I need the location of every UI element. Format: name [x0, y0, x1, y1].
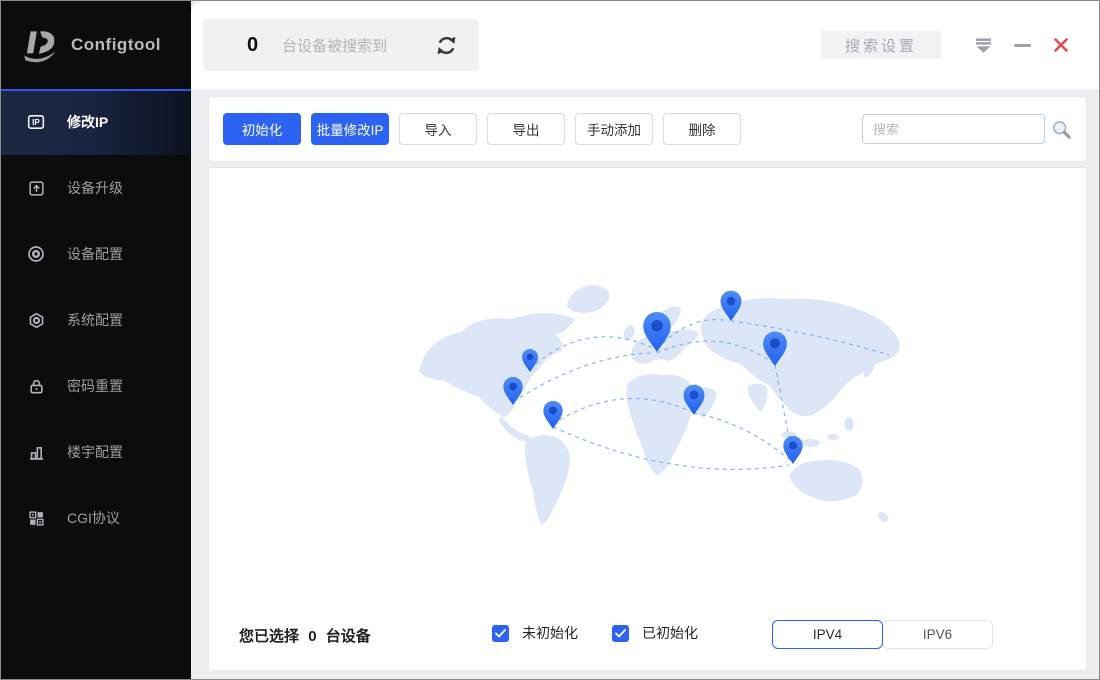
batch-modify-ip-button[interactable]: 批量修改IP — [311, 113, 389, 145]
close-icon[interactable] — [1053, 37, 1069, 53]
sidebar-nav: IP 修改IP 设备升级 设备配置 系统配置 密码重置 楼宇配置 CGI协议 — [1, 89, 191, 551]
device-count: 0 — [247, 33, 259, 56]
sidebar: Configtool IP 修改IP 设备升级 设备配置 系统配置 密码重置 楼… — [1, 1, 191, 679]
sidebar-item-password-reset[interactable]: 密码重置 — [1, 353, 191, 419]
export-button[interactable]: 导出 — [487, 113, 565, 145]
svg-text:IP: IP — [32, 118, 40, 127]
selected-summary: 您已选择 0 台设备 — [239, 625, 371, 646]
map-panel: 您已选择 0 台设备 未初始化 已初始化 IPV4 IPV6 — [208, 167, 1087, 671]
sidebar-item-modify-ip[interactable]: IP 修改IP — [1, 89, 191, 155]
gear-hex-icon — [27, 311, 45, 329]
upload-box-icon — [27, 179, 45, 197]
sidebar-item-label: 设备配置 — [67, 246, 123, 262]
refresh-icon[interactable] — [434, 33, 459, 58]
device-count-box: 0 台设备被搜索到 — [203, 19, 479, 71]
building-icon — [27, 443, 45, 461]
initialize-button[interactable]: 初始化 — [223, 113, 301, 145]
map-pin — [543, 400, 563, 429]
import-button[interactable]: 导入 — [399, 113, 477, 145]
sidebar-item-label: 密码重置 — [67, 378, 123, 394]
sidebar-item-label: 修改IP — [67, 114, 109, 130]
checkbox-initialized[interactable]: 已初始化 — [612, 623, 698, 643]
grid-icon — [27, 509, 45, 527]
selected-suffix: 台设备 — [325, 628, 371, 645]
checkbox-checked-icon — [492, 624, 509, 642]
checkbox-label: 未初始化 — [522, 625, 578, 641]
tab-ipv4[interactable]: IPV4 — [772, 620, 883, 649]
configtool-window: Configtool IP 修改IP 设备升级 设备配置 系统配置 密码重置 楼… — [0, 0, 1100, 680]
sidebar-item-device-upgrade[interactable]: 设备升级 — [1, 155, 191, 221]
checkbox-label: 已初始化 — [642, 625, 698, 641]
world-map — [419, 285, 900, 525]
app-title: Configtool — [71, 35, 161, 54]
sidebar-item-label: 楼宇配置 — [67, 444, 123, 460]
window-controls: 搜索设置 — [821, 1, 1099, 89]
map-pin — [783, 435, 803, 464]
device-count-suffix: 台设备被搜索到 — [282, 37, 388, 55]
app-logo: Configtool — [1, 1, 191, 89]
selected-prefix: 您已选择 — [239, 628, 300, 645]
collapse-icon[interactable] — [975, 38, 992, 53]
sidebar-item-label: CGI协议 — [67, 510, 120, 526]
sidebar-item-cgi-protocol[interactable]: CGI协议 — [1, 485, 191, 551]
ip-badge-icon: IP — [27, 113, 45, 131]
main-area: 0 台设备被搜索到 搜索设置 初始化 批量修改IP 导入 导出 手动添加 删除 … — [191, 1, 1099, 679]
lock-icon — [27, 377, 45, 395]
manual-add-button[interactable]: 手动添加 — [575, 113, 653, 145]
search-settings-button[interactable]: 搜索设置 — [821, 31, 941, 59]
map-footer: 您已选择 0 台设备 未初始化 已初始化 IPV4 IPV6 — [209, 620, 1086, 650]
toolbar: 初始化 批量修改IP 导入 导出 手动添加 删除 — [208, 96, 1087, 162]
sidebar-item-building-config[interactable]: 楼宇配置 — [1, 419, 191, 485]
ip-version-tabs: IPV4 IPV6 — [772, 620, 993, 649]
magnifier-icon[interactable] — [1051, 119, 1072, 140]
search-input[interactable] — [862, 114, 1045, 144]
target-icon — [27, 245, 45, 263]
checkbox-checked-icon — [612, 624, 629, 642]
tab-ipv6[interactable]: IPV6 — [882, 620, 993, 649]
checkbox-uninitialized[interactable]: 未初始化 — [492, 623, 578, 643]
minimize-icon[interactable] — [1014, 43, 1031, 47]
sidebar-item-device-config[interactable]: 设备配置 — [1, 221, 191, 287]
selected-count: 0 — [308, 628, 317, 645]
sidebar-item-system-config[interactable]: 系统配置 — [1, 287, 191, 353]
dahua-logo-icon — [24, 31, 56, 63]
header: 0 台设备被搜索到 搜索设置 — [191, 1, 1099, 89]
sidebar-item-label: 系统配置 — [67, 312, 123, 328]
delete-button[interactable]: 删除 — [663, 113, 741, 145]
sidebar-item-label: 设备升级 — [67, 180, 123, 196]
